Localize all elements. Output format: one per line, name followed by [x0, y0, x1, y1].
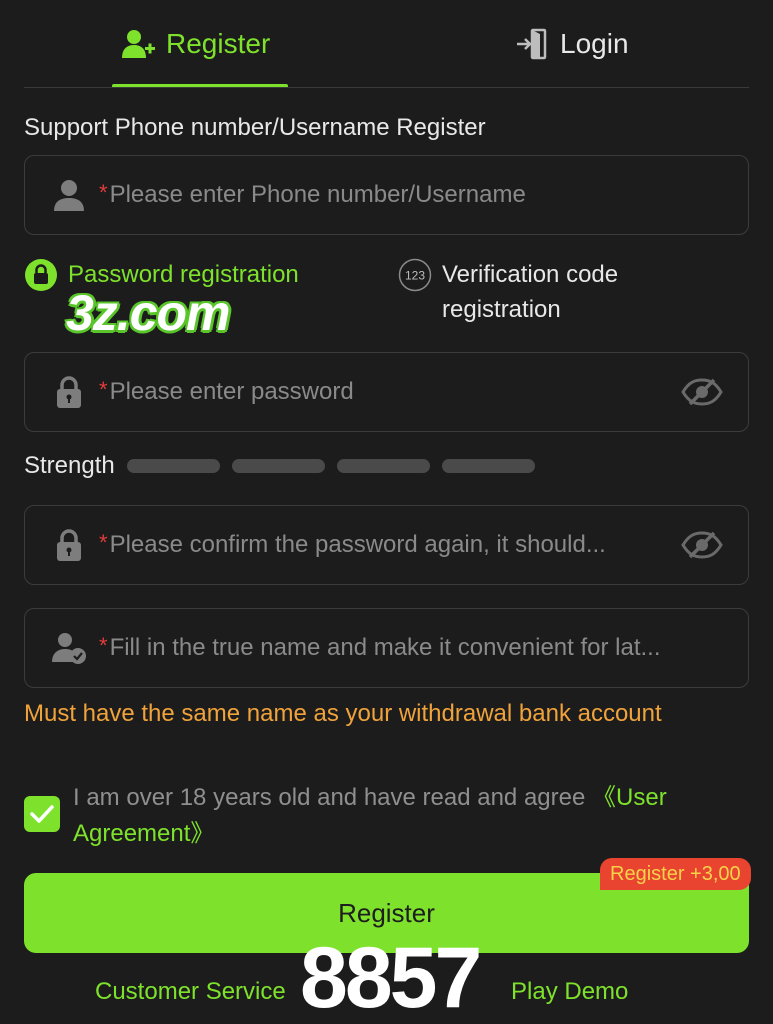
lock-icon: [49, 372, 89, 412]
bank-name-hint: Must have the same name as your withdraw…: [24, 700, 662, 727]
lock-badge-icon: [24, 258, 58, 292]
username-input[interactable]: [109, 181, 748, 209]
user-icon: [49, 175, 89, 215]
agreement-text: I am over 18 years old and have read and…: [73, 780, 749, 852]
play-demo-link[interactable]: Play Demo: [511, 978, 628, 1006]
strength-bar: [126, 459, 220, 473]
add-user-icon: [120, 26, 156, 62]
login-door-icon: [514, 26, 550, 62]
eye-off-icon[interactable]: [680, 523, 724, 567]
password-input[interactable]: [109, 378, 680, 406]
agreement-row: I am over 18 years old and have read and…: [24, 780, 749, 852]
required-mark: *: [99, 180, 108, 205]
code-icon-text: 123: [405, 269, 425, 283]
tab-login[interactable]: Login: [514, 22, 629, 66]
tab-register[interactable]: Register: [120, 22, 270, 66]
real-name-field: *: [24, 608, 749, 688]
required-mark: *: [99, 530, 108, 555]
strength-bar: [441, 459, 535, 473]
eye-off-icon[interactable]: [680, 370, 724, 414]
strength-label: Strength: [24, 452, 115, 479]
customer-service-link[interactable]: Customer Service: [95, 978, 286, 1006]
confirm-password-field: *: [24, 505, 749, 585]
register-bonus-badge: Register +3,00: [600, 858, 751, 890]
mode-verification-code[interactable]: 123 Verification code registration: [398, 258, 662, 327]
password-strength-meter: Strength: [24, 452, 547, 480]
lock-icon: [49, 525, 89, 565]
agreement-statement: I am over 18 years old and have read and…: [73, 784, 586, 811]
auth-tabs: Register Login: [0, 0, 773, 88]
tabs-divider: [24, 87, 749, 88]
watermark-logo: 3z.com: [66, 285, 231, 341]
agreement-checkbox[interactable]: [24, 796, 60, 832]
overlay-number: 8857: [300, 930, 482, 1024]
verified-user-icon: [49, 628, 89, 668]
password-field: *: [24, 352, 749, 432]
tab-login-label: Login: [560, 28, 629, 59]
confirm-password-input[interactable]: [109, 531, 680, 559]
numeric-code-icon: 123: [398, 258, 432, 292]
required-mark: *: [99, 377, 108, 402]
real-name-input[interactable]: [109, 634, 748, 662]
required-mark: *: [99, 633, 108, 658]
section-label: Support Phone number/Username Register: [24, 114, 486, 141]
username-field: *: [24, 155, 749, 235]
tab-register-label: Register: [166, 28, 271, 59]
strength-bar: [231, 459, 325, 473]
mode-code-label: Verification code registration: [442, 261, 619, 323]
strength-bar: [336, 459, 430, 473]
check-icon: [30, 805, 54, 823]
